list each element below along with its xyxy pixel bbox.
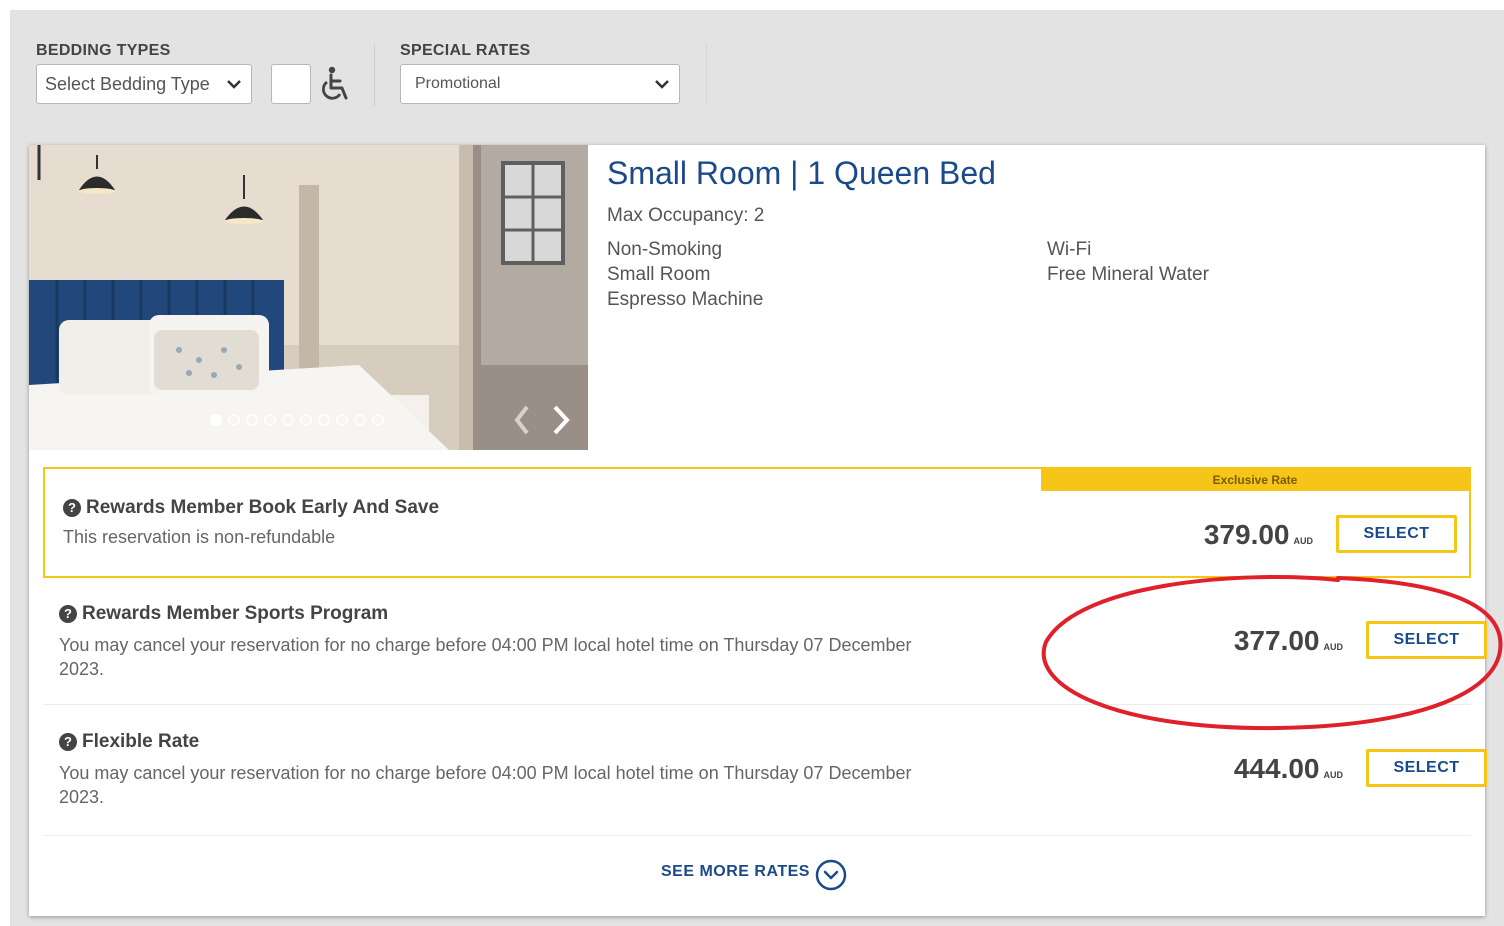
price-amount: 379.00: [1203, 519, 1290, 550]
rate-title[interactable]: ? Rewards Member Sports Program: [59, 603, 388, 625]
amenity: Wi-Fi: [1047, 239, 1092, 260]
special-rates-value: Promotional: [415, 75, 501, 92]
chevron-down-icon: [227, 80, 241, 89]
rate-title[interactable]: ? Rewards Member Book Early And Save: [63, 497, 439, 519]
carousel-dot[interactable]: [300, 414, 312, 426]
amenities-left: Non-Smoking Small Room Espresso Machine: [607, 237, 763, 312]
carousel-dot[interactable]: [282, 414, 294, 426]
carousel-dots: [210, 414, 384, 426]
amenity: Non-Smoking: [607, 239, 723, 260]
carousel-next-button[interactable]: [543, 400, 573, 440]
rate-description: You may cancel your reservation for no c…: [59, 763, 912, 807]
carousel-dot[interactable]: [228, 414, 240, 426]
price-currency: AUD: [1293, 536, 1314, 546]
room-photo-carousel: [29, 145, 588, 450]
room-card: Small Room | 1 Queen Bed Max Occupancy: …: [29, 145, 1487, 916]
bedding-type-value: Select Bedding Type: [45, 74, 210, 94]
info-icon[interactable]: ?: [59, 733, 77, 751]
amenities-right: Wi-Fi Free Mineral Water: [1047, 237, 1209, 287]
room-title[interactable]: Small Room | 1 Queen Bed: [607, 155, 996, 192]
amenity: Small Room: [607, 264, 711, 285]
rate-divider: [43, 835, 1471, 836]
amenity: Free Mineral Water: [1047, 264, 1209, 285]
room-photo: [29, 145, 588, 450]
special-rates-label: SPECIAL RATES: [400, 42, 531, 59]
max-occupancy: Max Occupancy: 2: [607, 205, 765, 226]
rate-name: Rewards Member Sports Program: [82, 603, 389, 624]
rate-price: 379.00 AUD: [1204, 519, 1313, 551]
highlight-annotation: [1041, 575, 1503, 731]
carousel-dot[interactable]: [354, 414, 366, 426]
filter-divider: [706, 44, 707, 106]
carousel-prev-button[interactable]: [507, 400, 537, 440]
price-currency: AUD: [1323, 770, 1344, 780]
accessible-room-checkbox[interactable]: [271, 64, 311, 104]
amenity: Espresso Machine: [607, 289, 764, 310]
see-more-rates-link[interactable]: SEE MORE RATES: [661, 863, 810, 881]
carousel-dot[interactable]: [372, 414, 384, 426]
rate-name: Rewards Member Book Early And Save: [86, 497, 440, 518]
price-amount: 444.00: [1233, 753, 1320, 784]
wheelchair-icon: [322, 66, 348, 100]
carousel-dot-active[interactable]: [210, 414, 222, 426]
chevron-down-icon: [655, 80, 669, 89]
rate-name: Flexible Rate: [82, 731, 200, 752]
rate-title[interactable]: ? Flexible Rate: [59, 731, 199, 753]
exclusive-rate-badge: Exclusive Rate: [1041, 469, 1469, 491]
chevron-down-circle-icon[interactable]: [815, 859, 847, 891]
rate-description: This reservation is non-refundable: [63, 527, 336, 547]
rate-price: 444.00 AUD: [1234, 753, 1343, 785]
carousel-dot[interactable]: [264, 414, 276, 426]
bedding-type-select[interactable]: Select Bedding Type: [36, 64, 252, 104]
rate-row-featured: Exclusive Rate ? Rewards Member Book Earl…: [43, 467, 1471, 578]
select-rate-button[interactable]: SELECT: [1336, 515, 1457, 553]
carousel-dot[interactable]: [336, 414, 348, 426]
rate-row: ? Flexible Rate You may cancel your reser…: [43, 719, 1487, 829]
info-icon[interactable]: ?: [59, 605, 77, 623]
info-icon[interactable]: ?: [63, 499, 81, 517]
bedding-types-label: BEDDING TYPES: [36, 42, 171, 59]
select-rate-button[interactable]: SELECT: [1366, 749, 1487, 787]
rate-description: You may cancel your reservation for no c…: [59, 635, 912, 679]
filter-divider: [374, 44, 375, 106]
carousel-dot[interactable]: [246, 414, 258, 426]
special-rates-select[interactable]: Promotional: [400, 64, 680, 104]
carousel-dot[interactable]: [318, 414, 330, 426]
